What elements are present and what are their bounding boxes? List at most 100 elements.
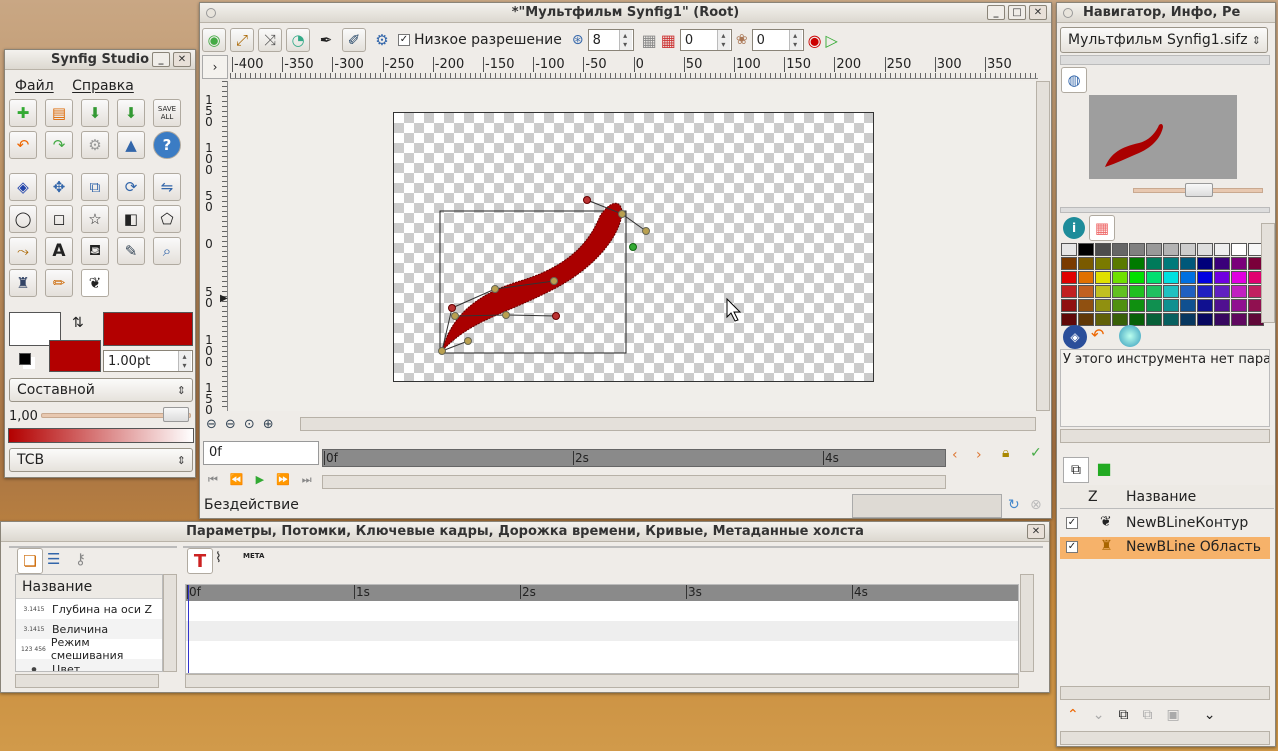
palette-swatch[interactable]	[1078, 243, 1094, 256]
show-guides-icon[interactable]: ◉	[202, 28, 226, 52]
lock-icon[interactable]: 🔒︎	[1002, 445, 1009, 461]
onion-skin-icon[interactable]: ✐	[342, 28, 366, 52]
fill-color-swatch-2[interactable]	[49, 340, 101, 372]
help-icon[interactable]: ?	[153, 131, 181, 159]
palette-swatch[interactable]	[1163, 299, 1179, 312]
palette-swatch[interactable]	[1129, 313, 1145, 326]
track-row[interactable]	[186, 621, 1018, 641]
timetrack-hscrollbar[interactable]	[185, 674, 1019, 688]
navigator-tab-icon[interactable]: ◍	[1061, 67, 1087, 93]
fill-tool-icon[interactable]: ⛾	[81, 237, 109, 265]
zoom-in-icon[interactable]: ⊕	[263, 417, 274, 432]
encapsulate-layer-icon[interactable]: ⧉	[1142, 707, 1152, 723]
canvas-vscrollbar[interactable]	[1036, 81, 1050, 411]
palette-swatch[interactable]	[1112, 299, 1128, 312]
palette-swatch[interactable]	[1197, 243, 1213, 256]
onion-past-field[interactable]: 0	[679, 29, 732, 51]
palette-swatch[interactable]	[1163, 257, 1179, 270]
zoom-out-icon[interactable]: ⊖	[206, 417, 217, 432]
close-button[interactable]: ✕	[1027, 524, 1045, 539]
select-all-icon[interactable]: ▣	[1166, 707, 1179, 723]
palette-swatch[interactable]	[1180, 313, 1196, 326]
prev-keyframe-icon[interactable]: ‹	[952, 447, 958, 463]
color-palette[interactable]	[1061, 243, 1264, 326]
layer-name[interactable]: NewBLineКонтур	[1126, 515, 1248, 531]
low-res-checkbox[interactable]: ✓	[398, 34, 410, 46]
param-row[interactable]: 123 456 Режим смешивания	[16, 636, 162, 662]
params-vscrollbar[interactable]	[163, 574, 177, 672]
star-tool-icon[interactable]: ☆	[81, 205, 109, 233]
zoom-out-alt-icon[interactable]: ⊖	[225, 417, 236, 432]
pixel-size-field[interactable]: 8	[587, 29, 634, 51]
palette-swatch[interactable]	[1214, 243, 1230, 256]
width-field[interactable]: 1.00pt	[103, 350, 193, 372]
palette-swatch[interactable]	[1180, 243, 1196, 256]
fill-color-swatch[interactable]	[103, 312, 193, 346]
duplicate-layer-icon[interactable]: ⧉	[1118, 707, 1128, 723]
undo-icon[interactable]: ↶	[9, 131, 37, 159]
palette-swatch[interactable]	[1163, 243, 1179, 256]
palette-swatch[interactable]	[1112, 313, 1128, 326]
palette-swatch[interactable]	[1146, 243, 1162, 256]
eyedrop-tool-icon[interactable]: ✎	[117, 237, 145, 265]
seek-end-icon[interactable]: ⏭	[302, 473, 312, 487]
palette-swatch[interactable]	[1197, 299, 1213, 312]
settings-icon[interactable]: ⚙	[81, 131, 109, 159]
ruler-corner-button[interactable]: ›	[202, 55, 228, 79]
palette-swatch[interactable]	[1180, 299, 1196, 312]
zoom-tool-icon[interactable]: ⌕	[153, 237, 181, 265]
render-preview-icon[interactable]: ⚙	[370, 28, 394, 52]
palette-swatch[interactable]	[1078, 271, 1094, 284]
next-keyframe-icon[interactable]: ›	[976, 447, 982, 463]
palette-swatch[interactable]	[1129, 257, 1145, 270]
minimize-button[interactable]: _	[987, 5, 1005, 20]
palette-swatch[interactable]	[1112, 257, 1128, 270]
open-file-icon[interactable]: ▤	[45, 99, 73, 127]
rectangle-tool-icon[interactable]: ◻	[45, 205, 73, 233]
file-select[interactable]: Мультфильм Synfig1.sifz	[1060, 27, 1268, 53]
shape-layer[interactable]	[230, 81, 1036, 411]
snap-grid-icon[interactable]: ▦	[661, 31, 676, 50]
params-titlebar[interactable]: Параметры, Потомки, Ключевые кадры, Доро…	[1, 522, 1049, 542]
vertical-ruler[interactable]: 1 5 0 1 0 0 5 0 0 5 0 1 0 0 1 5 0	[202, 81, 228, 416]
tooloptions-icon[interactable]: ◈	[1063, 325, 1087, 349]
layer-row-region[interactable]: ✓ ♜ NewBLine Область	[1060, 537, 1270, 559]
window-menu-icon[interactable]	[1063, 8, 1073, 18]
palette-swatch[interactable]	[1180, 271, 1196, 284]
show-tangent-icon[interactable]: ⤨	[258, 28, 282, 52]
palette-swatch[interactable]	[1112, 243, 1128, 256]
metadata-tab-icon[interactable]: META	[243, 552, 264, 560]
navigator-titlebar[interactable]: Навигатор, Инфо, Ре	[1057, 3, 1275, 23]
info-tab-icon[interactable]: i	[1063, 217, 1085, 239]
params-column-header[interactable]: Название	[16, 575, 162, 599]
canvas-titlebar[interactable]: *"Мультфильм Synfig1" (Root) _ □ ✕	[200, 3, 1051, 23]
more-options-icon[interactable]: ⌄	[1204, 707, 1216, 723]
layer-visible-checkbox[interactable]: ✓	[1066, 517, 1078, 529]
palette-swatch[interactable]	[1129, 271, 1145, 284]
timetrack-ruler[interactable]: 0f 1s 2s 3s 4s	[186, 585, 1018, 601]
save-all-button[interactable]: SAVE ALL	[153, 99, 181, 127]
play-icon[interactable]: ▶	[256, 473, 264, 487]
onion-future-field[interactable]: 0	[751, 29, 804, 51]
layers-tab-icon[interactable]: ⧉	[1063, 457, 1089, 483]
nav-zoom-handle[interactable]	[1185, 183, 1213, 197]
text-tool-icon[interactable]: A	[45, 237, 73, 265]
palette-swatch[interactable]	[1095, 285, 1111, 298]
sketch-tool-icon[interactable]: ♜	[9, 269, 37, 297]
timetrack-vscrollbar[interactable]	[1020, 574, 1034, 672]
raise-layer-icon[interactable]: ⌃	[1067, 707, 1079, 723]
cutout-tool-icon[interactable]: ❦	[81, 269, 109, 297]
palette-swatch[interactable]	[1231, 299, 1247, 312]
history-tab-icon[interactable]: ↶	[1091, 325, 1104, 344]
palette-swatch[interactable]	[1214, 257, 1230, 270]
timetrack-panel[interactable]: 0f 1s 2s 3s 4s	[185, 584, 1019, 674]
show-grid-icon[interactable]: ▦	[642, 31, 657, 50]
palette-swatch[interactable]	[1146, 257, 1162, 270]
palette-swatch[interactable]	[1231, 257, 1247, 270]
palette-swatch[interactable]	[1180, 285, 1196, 298]
layer-name[interactable]: NewBLine Область	[1126, 539, 1261, 555]
track-row[interactable]	[186, 641, 1018, 661]
save-icon[interactable]: ⬇	[81, 99, 109, 127]
time-track[interactable]: 0f 2s 4s	[322, 449, 946, 467]
children-tab-icon[interactable]: ☰	[47, 550, 60, 568]
